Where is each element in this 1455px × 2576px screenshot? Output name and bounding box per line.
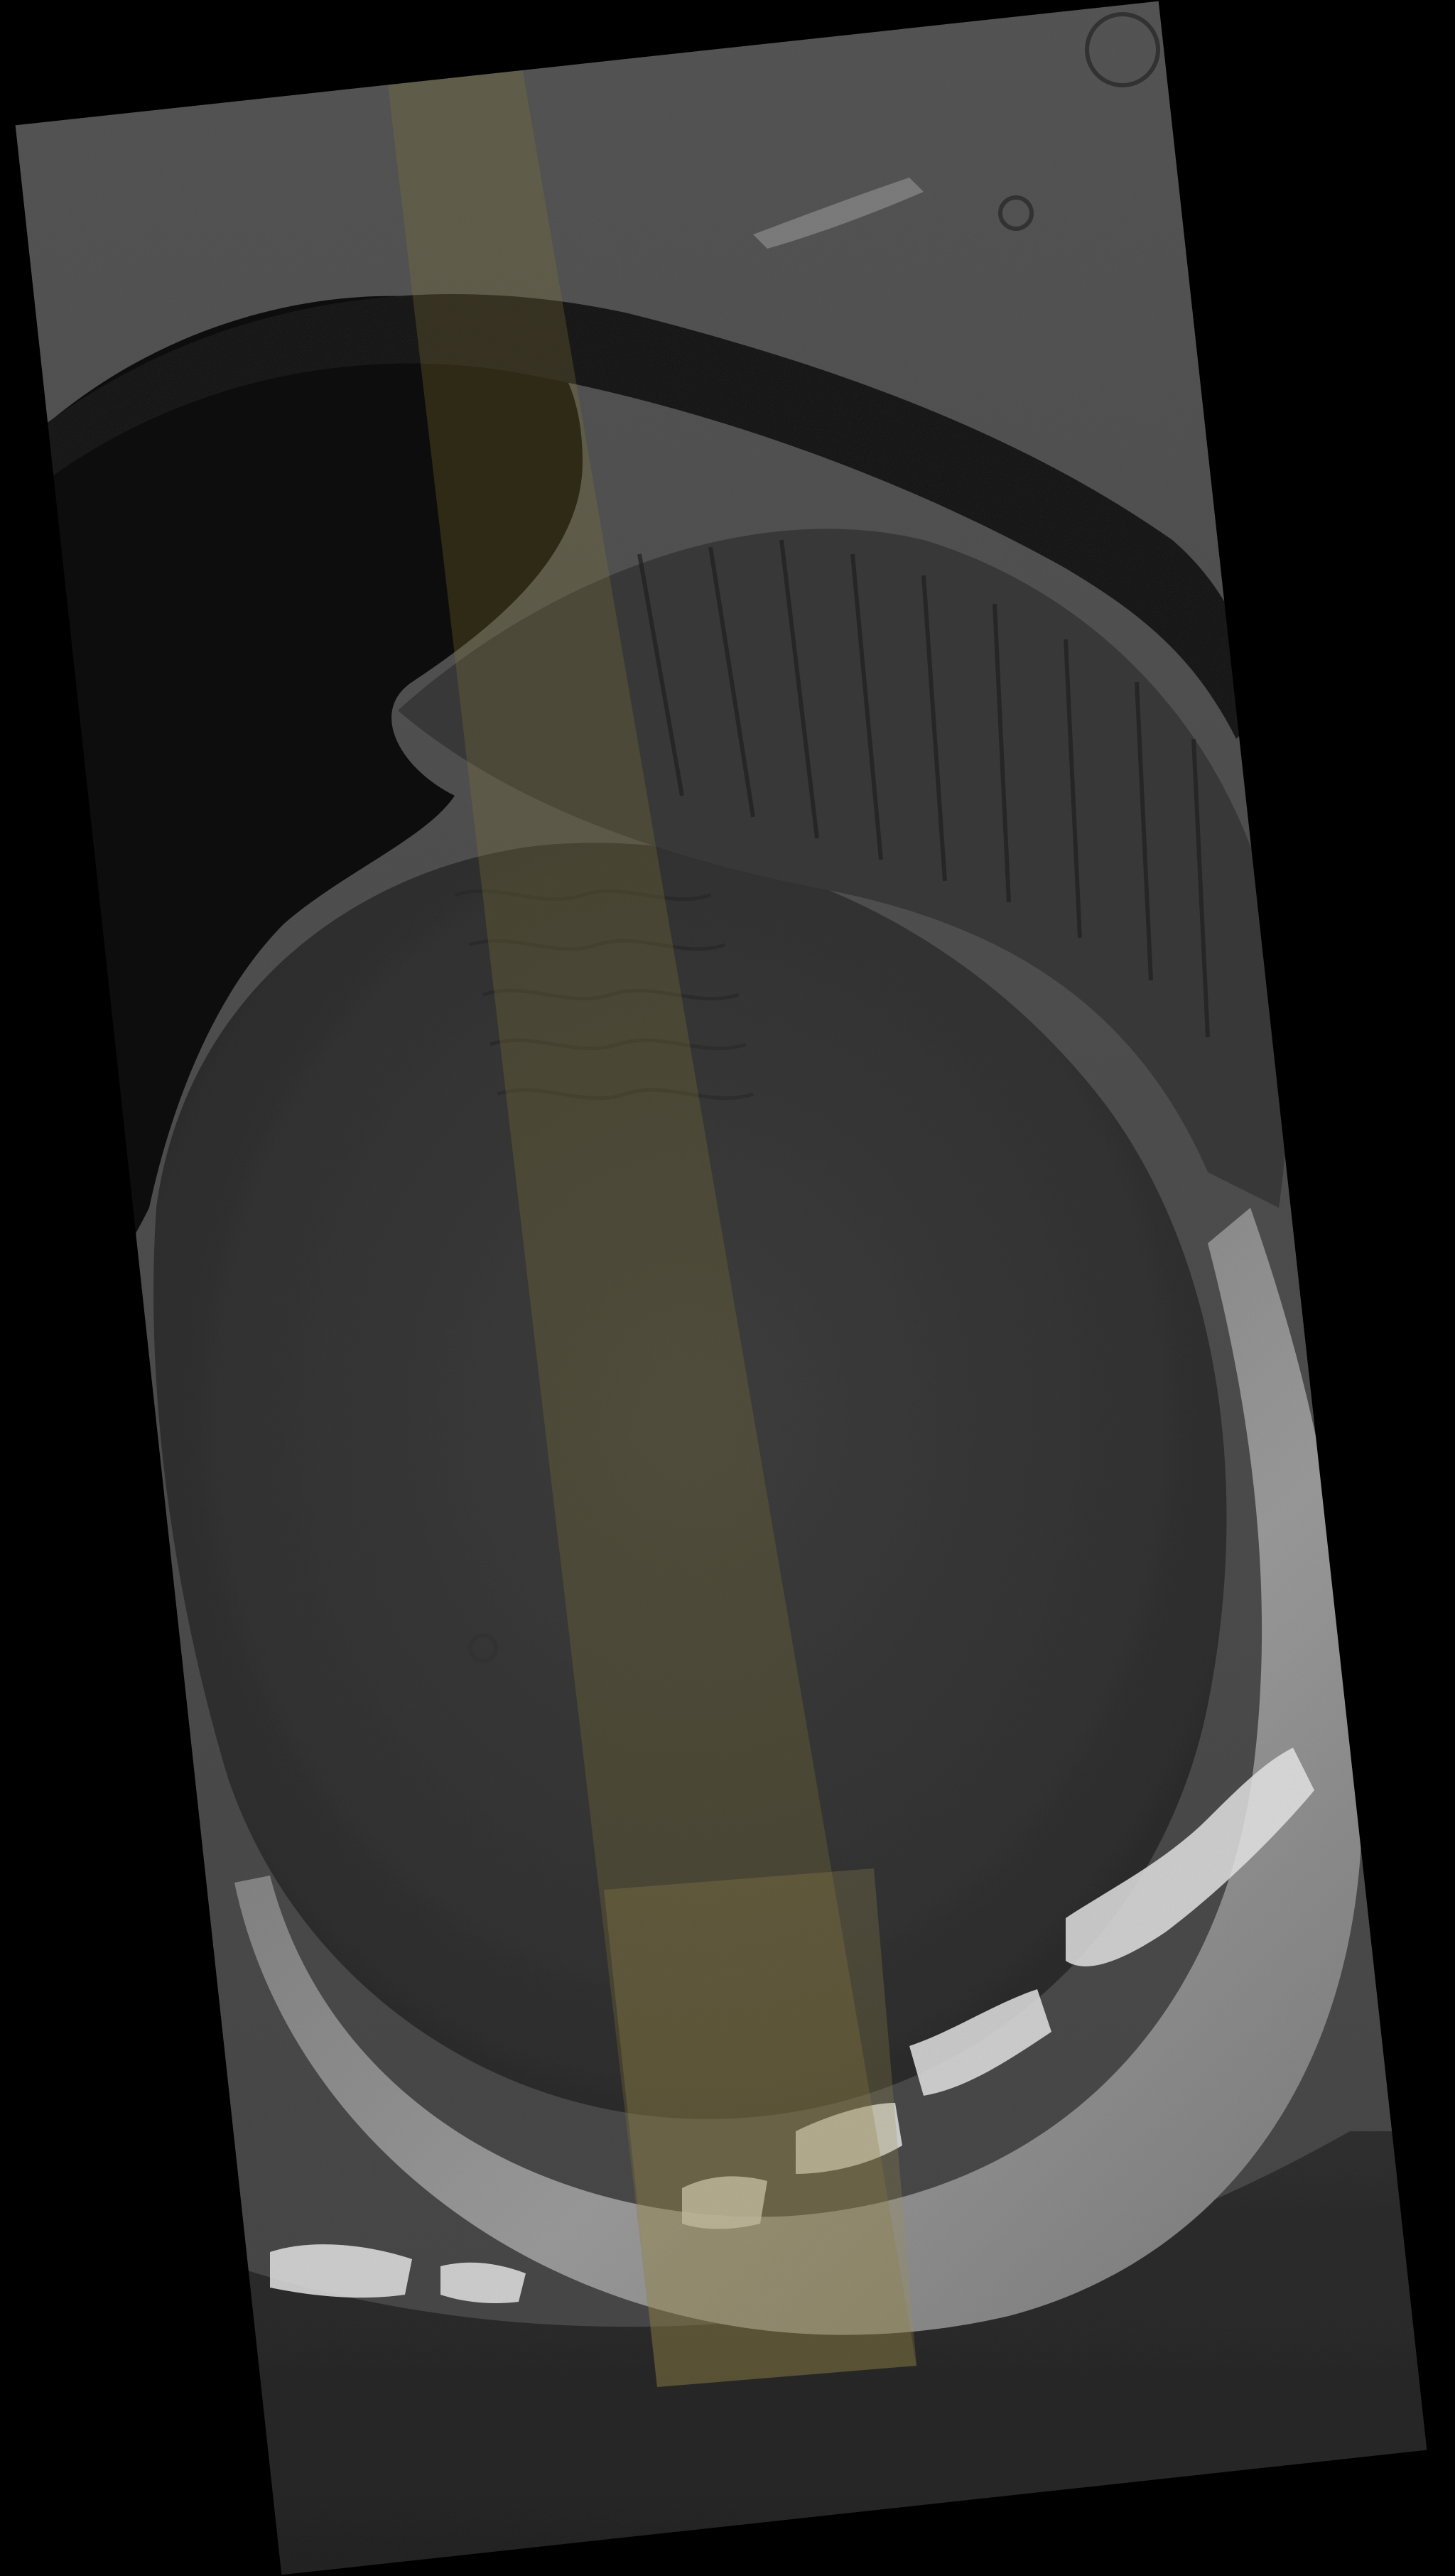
color-swath-bottom [604,1868,916,2387]
orbital-crater-image [0,0,1455,2576]
